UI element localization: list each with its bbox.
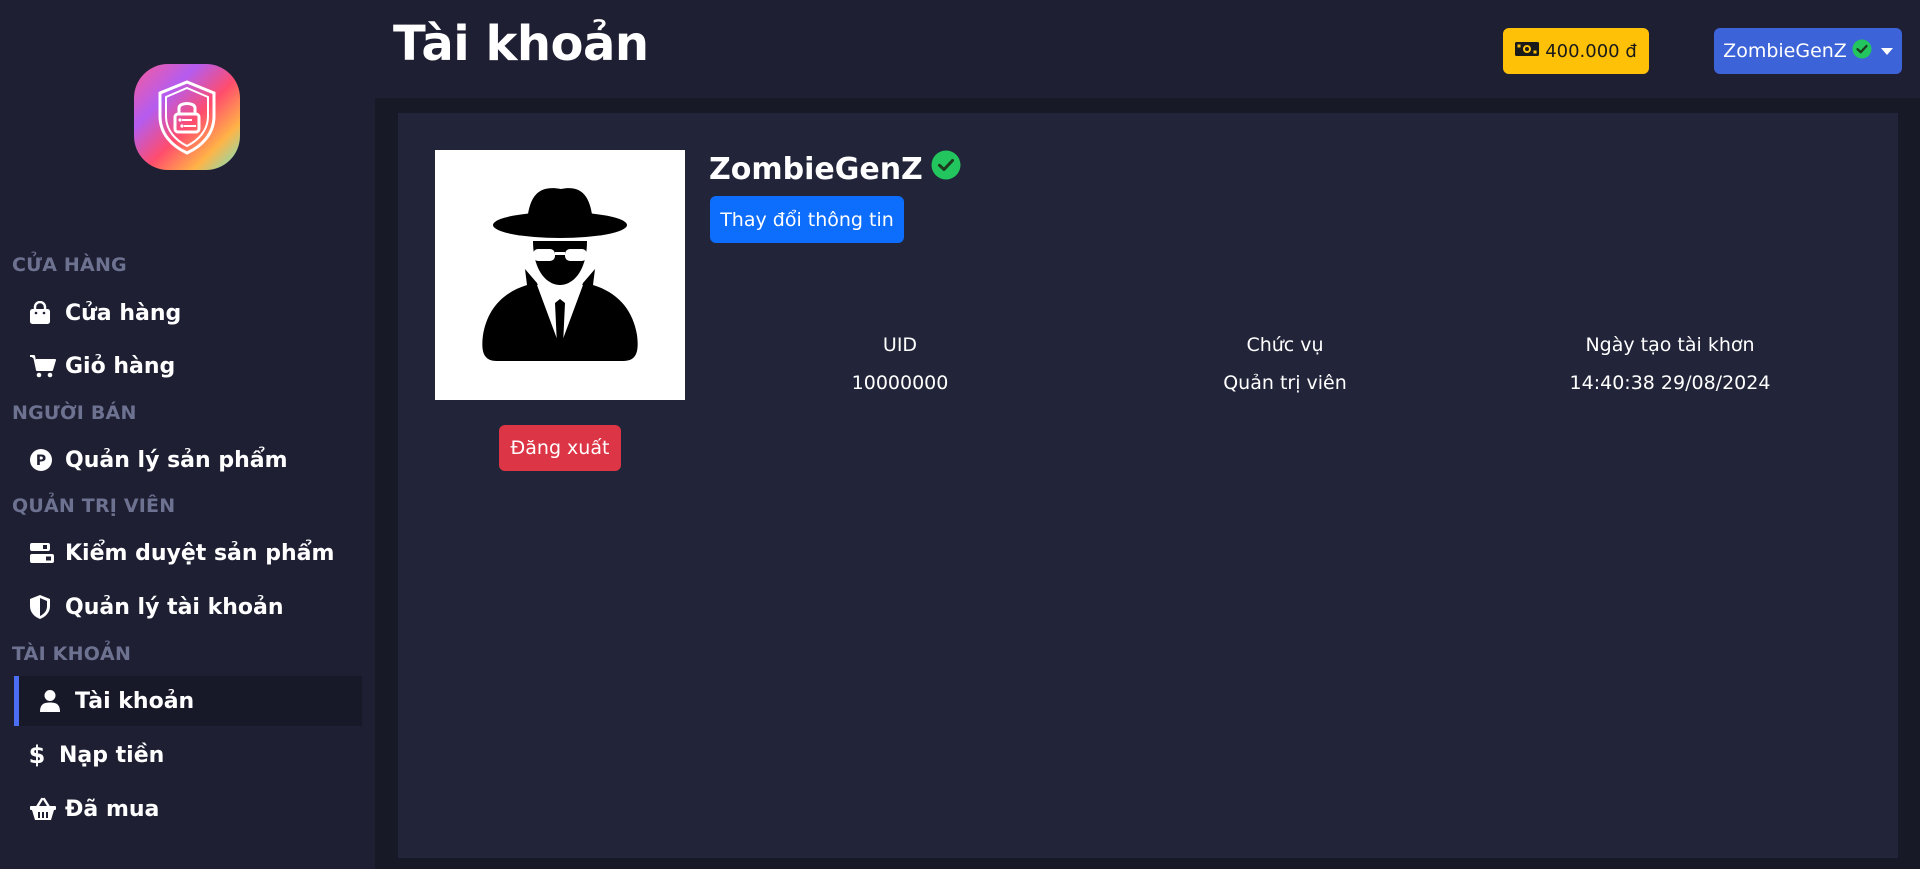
sidebar-item-product-moderation[interactable]: Kiểm duyệt sản phẩm xyxy=(14,528,362,578)
section-label-store: CỬA HÀNG xyxy=(12,254,127,276)
sidebar-item-account[interactable]: Tài khoản xyxy=(14,676,362,726)
sidebar-item-label: Cửa hàng xyxy=(65,300,182,326)
sidebar-item-label: Quản lý sản phẩm xyxy=(65,447,288,473)
shield-icon xyxy=(29,594,59,620)
section-label-seller: NGƯỜI BÁN xyxy=(12,402,137,424)
spy-avatar-icon xyxy=(482,188,638,361)
verified-icon xyxy=(931,150,961,188)
moderation-icon xyxy=(29,540,59,566)
sidebar-item-product-management[interactable]: P Quản lý sản phẩm xyxy=(14,435,362,485)
user-icon xyxy=(39,688,69,714)
info-label: Ngày tạo tài khơn xyxy=(1585,334,1755,356)
info-value: 14:40:38 29/08/2024 xyxy=(1569,372,1771,394)
sidebar: CỬA HÀNG Cửa hàng Giỏ hàng NGƯỜI BÁN P Q… xyxy=(0,0,375,869)
info-created-date: Ngày tạo tài khơn 14:40:38 29/08/2024 xyxy=(1520,334,1820,394)
edit-profile-button[interactable]: Thay đổi thông tin xyxy=(710,196,904,243)
svg-text:P: P xyxy=(36,453,46,469)
dollar-icon: $ xyxy=(29,742,53,768)
sidebar-item-label: Giỏ hàng xyxy=(65,353,176,379)
info-uid: UID 10000000 xyxy=(750,334,1050,394)
chevron-down-icon xyxy=(1880,47,1893,55)
profile-username-row: ZombieGenZ xyxy=(709,150,961,188)
info-value: 10000000 xyxy=(851,372,949,394)
sidebar-item-label: Quản lý tài khoản xyxy=(65,594,284,620)
sidebar-item-account-management[interactable]: Quản lý tài khoản xyxy=(14,582,362,632)
info-role: Chức vụ Quản trị viên xyxy=(1135,334,1435,394)
sidebar-item-cart[interactable]: Giỏ hàng xyxy=(14,341,362,391)
section-label-admin: QUẢN TRỊ VIÊN xyxy=(12,495,176,517)
sidebar-item-purchased[interactable]: Đã mua xyxy=(14,784,362,834)
user-menu-dropdown[interactable]: ZombieGenZ xyxy=(1714,28,1902,74)
sidebar-item-label: Đã mua xyxy=(65,796,160,822)
page-title: Tài khoản xyxy=(393,16,649,72)
balance-badge[interactable]: 400.000 đ xyxy=(1503,28,1649,74)
svg-text:$: $ xyxy=(29,742,45,768)
sidebar-item-store[interactable]: Cửa hàng xyxy=(14,288,362,338)
user-menu-name: ZombieGenZ xyxy=(1723,40,1847,62)
cart-icon xyxy=(29,353,59,379)
info-value: Quản trị viên xyxy=(1223,372,1347,394)
product-p-icon: P xyxy=(29,447,59,473)
section-label-account: TÀI KHOẢN xyxy=(12,643,132,665)
info-label: Chức vụ xyxy=(1246,334,1324,356)
sidebar-item-label: Kiểm duyệt sản phẩm xyxy=(65,540,335,566)
money-bill-icon xyxy=(1515,41,1540,62)
info-label: UID xyxy=(882,334,918,356)
logout-button[interactable]: Đăng xuất xyxy=(499,425,621,471)
profile-username: ZombieGenZ xyxy=(709,151,923,187)
app-logo[interactable] xyxy=(134,64,240,170)
sidebar-item-label: Tài khoản xyxy=(75,688,195,714)
avatar xyxy=(435,150,685,400)
basket-icon xyxy=(29,796,59,822)
shopping-bag-icon xyxy=(29,300,59,326)
shield-lock-logo-icon xyxy=(158,80,216,155)
balance-amount: 400.000 đ xyxy=(1545,40,1637,62)
sidebar-item-deposit[interactable]: $ Nạp tiền xyxy=(14,730,362,780)
sidebar-item-label: Nạp tiền xyxy=(59,742,165,768)
verified-icon xyxy=(1852,39,1872,64)
